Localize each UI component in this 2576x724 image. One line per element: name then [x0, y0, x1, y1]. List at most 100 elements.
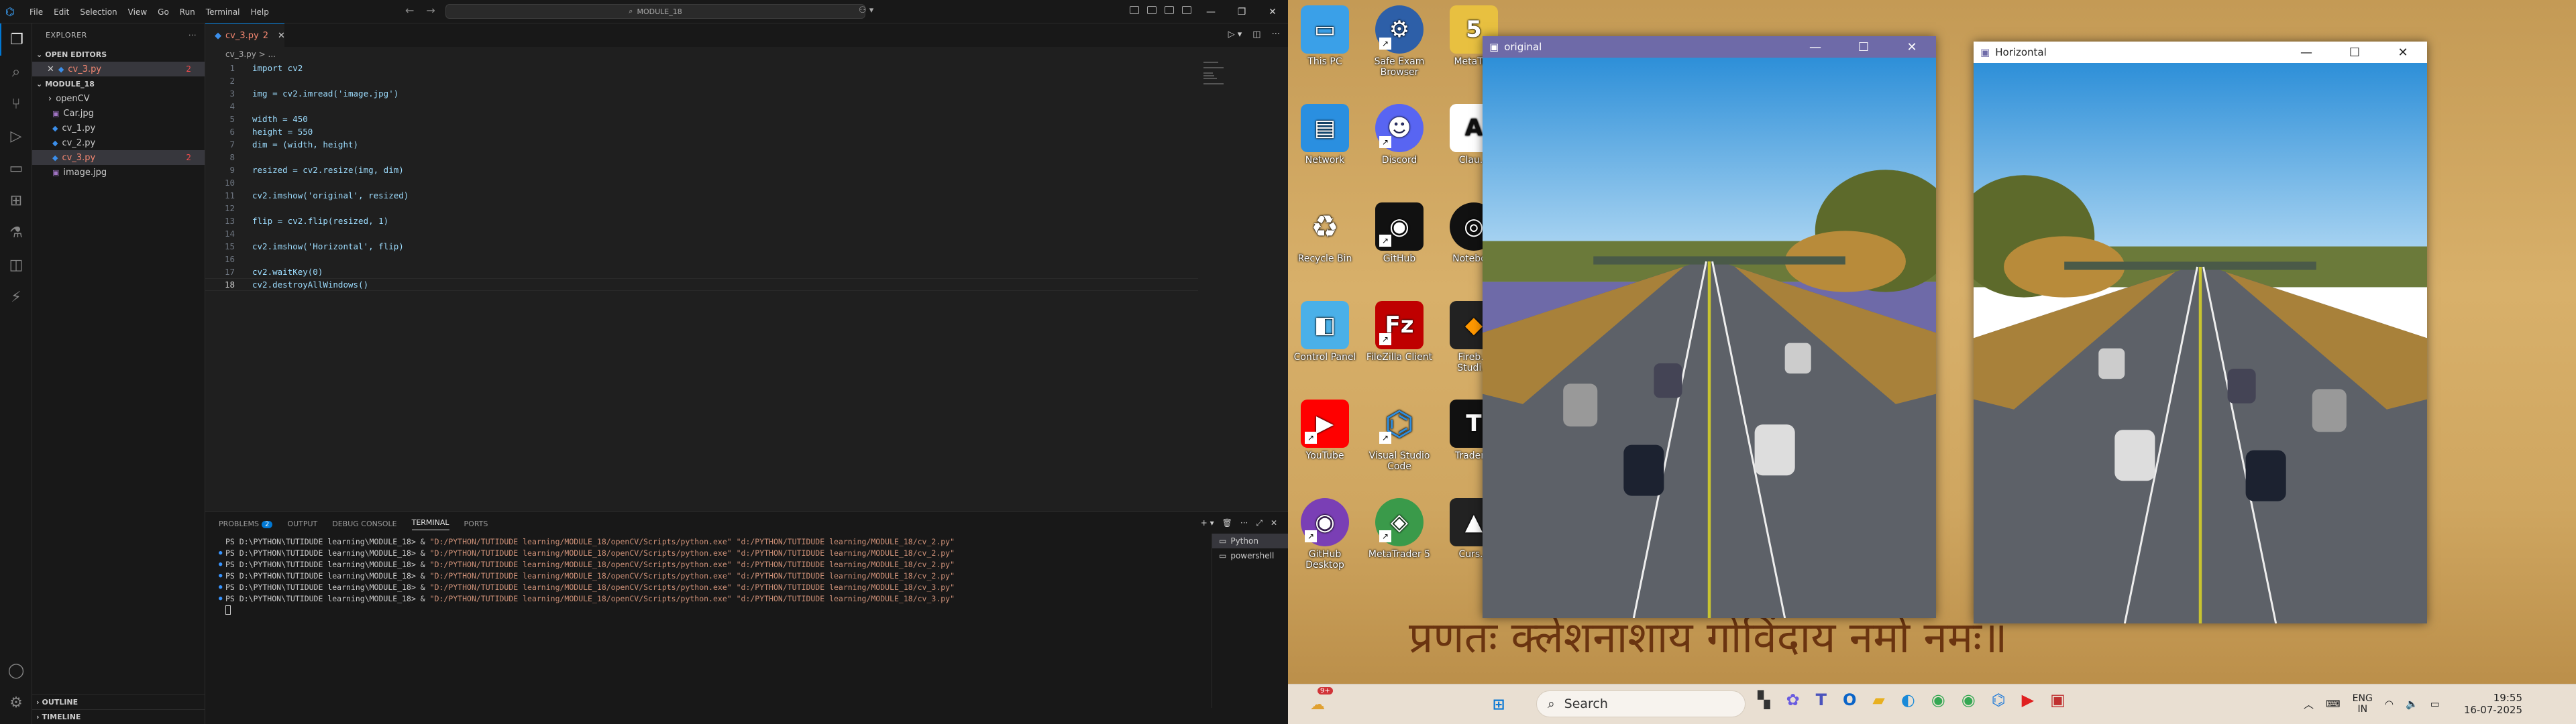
- breadcrumb[interactable]: cv_3.py > ...: [205, 47, 1288, 62]
- testing-icon[interactable]: ⚗: [0, 217, 32, 249]
- open-editors-section[interactable]: ⌄ OPEN EDITORS: [32, 47, 205, 62]
- menu-file[interactable]: File: [24, 7, 48, 17]
- code-line[interactable]: 14: [205, 227, 1198, 240]
- close-icon[interactable]: ✕: [1888, 36, 1936, 58]
- youtube-taskbar-icon[interactable]: ▶: [2022, 690, 2034, 709]
- start-button-windows-icon[interactable]: ⊞: [1485, 691, 1512, 718]
- customize-layout-icon[interactable]: [1182, 6, 1191, 14]
- tree-item-cv1[interactable]: ◆ cv_1.py: [32, 121, 205, 135]
- desktop-icon-recycle-bin[interactable]: ♻ Recycle Bin: [1291, 202, 1358, 264]
- desktop-icon-discord[interactable]: ☻ ↗ Discord: [1366, 104, 1433, 166]
- close-icon[interactable]: ✕: [1257, 0, 1288, 23]
- desktop-icon-network[interactable]: ▤ Network: [1291, 104, 1358, 166]
- volume-icon[interactable]: 🔈: [2406, 698, 2418, 710]
- extensions-icon[interactable]: ⊞: [0, 184, 32, 217]
- chrome-icon[interactable]: ◉: [1931, 690, 1945, 709]
- tree-item-cv2[interactable]: ◆ cv_2.py: [32, 135, 205, 150]
- chat-icon[interactable]: ◫: [0, 249, 32, 281]
- code-line[interactable]: 6 height = 550: [205, 125, 1198, 138]
- command-decoration-icon[interactable]: [219, 538, 225, 545]
- source-control-icon[interactable]: ⑂: [0, 88, 32, 120]
- command-center[interactable]: ⌕ MODULE_18: [445, 4, 865, 19]
- code-line[interactable]: 11 cv2.imshow('original', resized): [205, 189, 1198, 202]
- code-line[interactable]: 1 import cv2: [205, 62, 1198, 74]
- menu-terminal[interactable]: Terminal: [201, 7, 246, 17]
- command-decoration-icon[interactable]: ●: [219, 550, 225, 556]
- settings-gear-icon[interactable]: ⚙: [0, 686, 32, 719]
- command-decoration-icon[interactable]: ●: [219, 595, 225, 602]
- command-decoration-icon[interactable]: ●: [219, 572, 225, 579]
- desktop-icon-safe-exam-browser[interactable]: ⚙ ↗ Safe Exam Browser: [1366, 5, 1433, 78]
- desktop-icon-github-desktop[interactable]: ◉ ↗ GitHub Desktop: [1291, 498, 1358, 570]
- code-line[interactable]: 17 cv2.waitKey(0): [205, 265, 1198, 278]
- minimap[interactable]: [1203, 62, 1230, 88]
- tree-item-opencv[interactable]: › openCV: [32, 91, 205, 106]
- code-line[interactable]: 13 flip = cv2.flip(resized, 1): [205, 215, 1198, 227]
- command-decoration-icon[interactable]: ●: [219, 561, 225, 568]
- tree-item-cv3[interactable]: ◆ cv_3.py 2: [32, 150, 205, 165]
- copilot-icon[interactable]: ⚇ ▾: [859, 5, 873, 15]
- code-line[interactable]: 8: [205, 151, 1198, 164]
- menu-selection[interactable]: Selection: [74, 7, 122, 17]
- toggle-primary-sidebar-icon[interactable]: [1130, 6, 1139, 14]
- pipeline-icon[interactable]: ⚡: [0, 281, 32, 313]
- toggle-panel-icon[interactable]: [1147, 6, 1157, 14]
- maximize-icon[interactable]: ☐: [2330, 42, 2379, 63]
- wifi-icon[interactable]: ◠: [2385, 698, 2394, 710]
- terminal-output[interactable]: PS D:\PYTHON\TUTIDUDE learning\MODULE_18…: [219, 536, 1198, 615]
- code-line[interactable]: 9 resized = cv2.resize(img, dim): [205, 164, 1198, 176]
- code-line[interactable]: 2: [205, 74, 1198, 87]
- weather-icon[interactable]: ☁: [1304, 691, 1331, 718]
- copilot-icon[interactable]: ✿: [1786, 690, 1799, 709]
- tab-terminal[interactable]: TERMINAL: [411, 518, 449, 530]
- explorer-icon[interactable]: ❐: [0, 23, 32, 56]
- open-editor-item[interactable]: ✕ ◆ cv_3.py 2: [32, 62, 205, 76]
- code-line[interactable]: 12: [205, 202, 1198, 215]
- clock[interactable]: 19:55 16-07-2025: [2464, 692, 2522, 716]
- menu-edit[interactable]: Edit: [48, 7, 74, 17]
- account-icon[interactable]: ◯: [0, 654, 32, 686]
- desktop-icon-filezilla[interactable]: Fz ↗ FileZilla Client: [1366, 301, 1433, 363]
- window-titlebar[interactable]: ▣ original — ☐ ✕: [1483, 36, 1936, 58]
- outline-section[interactable]: › OUTLINE: [32, 695, 205, 709]
- tab-problems[interactable]: PROBLEMS 2: [219, 520, 273, 528]
- split-editor-icon[interactable]: ◫: [1252, 29, 1260, 40]
- teams-icon[interactable]: T: [1816, 690, 1827, 709]
- toggle-secondary-sidebar-icon[interactable]: [1165, 6, 1174, 14]
- close-tab-icon[interactable]: ✕: [278, 31, 285, 41]
- more-actions-icon[interactable]: ···: [189, 31, 197, 40]
- terminal-item-python[interactable]: ▭ Python: [1212, 534, 1288, 548]
- search-icon[interactable]: ⌕: [0, 56, 32, 88]
- code-line[interactable]: 7 dim = (width, height): [205, 138, 1198, 151]
- menu-run[interactable]: Run: [174, 7, 201, 17]
- task-view-icon[interactable]: ▚: [1758, 690, 1770, 709]
- remote-explorer-icon[interactable]: ▭: [0, 152, 32, 184]
- code-line[interactable]: 18 cv2.destroyAllWindows(): [205, 278, 1198, 291]
- tree-item-car-jpg[interactable]: ▣ Car.jpg: [32, 106, 205, 121]
- run-debug-icon[interactable]: ▷: [0, 120, 32, 152]
- folder-section[interactable]: ⌄ MODULE_18: [32, 76, 205, 91]
- terminal-cursor[interactable]: [219, 604, 1198, 615]
- keyboard-icon[interactable]: ⌨: [2326, 698, 2341, 710]
- code-line[interactable]: 4: [205, 100, 1198, 113]
- close-panel-icon[interactable]: ✕: [1271, 518, 1277, 528]
- taskbar-search-box[interactable]: ⌕ Search: [1536, 690, 1746, 717]
- menu-help[interactable]: Help: [246, 7, 274, 17]
- desktop-icon-github[interactable]: ◉ ↗ GitHub: [1366, 202, 1433, 264]
- file-explorer-icon[interactable]: ▰: [1872, 690, 1884, 709]
- more-actions-icon[interactable]: ···: [1240, 518, 1248, 528]
- desktop-icon-this-pc[interactable]: ▭ This PC: [1291, 5, 1358, 67]
- editor-tab[interactable]: ◆ cv_3.py 2 ✕: [205, 23, 285, 47]
- window-titlebar[interactable]: ▣ Horizontal — ☐ ✕: [1974, 42, 2427, 63]
- timeline-section[interactable]: › TIMELINE: [32, 709, 205, 724]
- code-line[interactable]: 10: [205, 176, 1198, 189]
- tab-debug-console[interactable]: DEBUG CONSOLE: [332, 520, 396, 528]
- desktop-icon-youtube[interactable]: ▶ ↗ YouTube: [1291, 400, 1358, 461]
- desktop-icon-vscode[interactable]: ⌬ ↗ Visual Studio Code: [1366, 400, 1433, 472]
- tab-output[interactable]: OUTPUT: [287, 520, 317, 528]
- forward-arrow-icon[interactable]: →: [426, 4, 435, 17]
- menu-view[interactable]: View: [123, 7, 152, 17]
- back-arrow-icon[interactable]: ←: [405, 4, 414, 17]
- outlook-icon[interactable]: O: [1843, 690, 1856, 709]
- terminal-item-powershell[interactable]: ▭ powershell: [1212, 548, 1288, 563]
